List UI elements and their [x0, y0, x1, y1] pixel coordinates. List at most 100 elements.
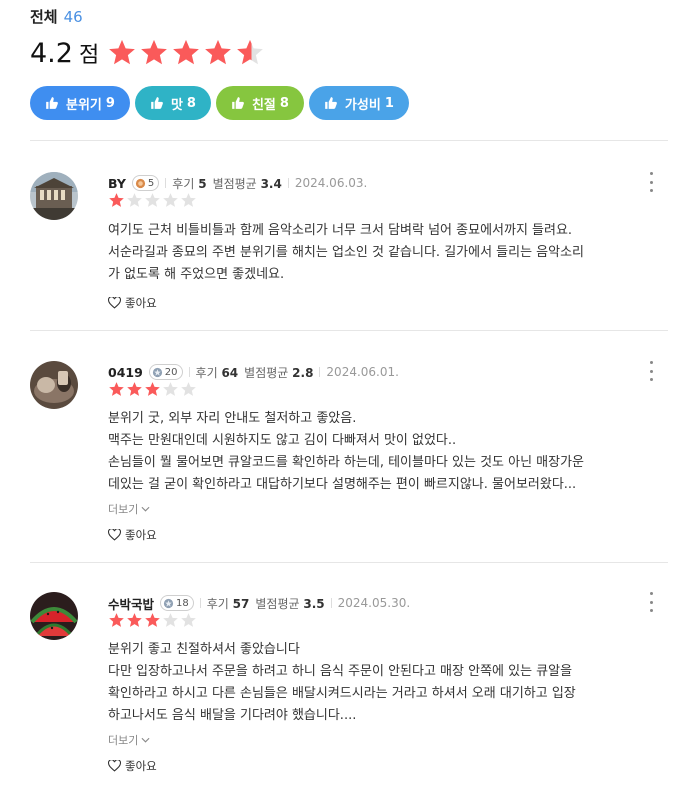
avatar[interactable]	[30, 592, 78, 640]
review-meta: BY 5 후기 5 별점평균 3.4 2024.06.03.	[108, 174, 367, 192]
tag-count: 8	[279, 95, 289, 111]
divider	[30, 140, 668, 141]
avg-rating: 별점평균 3.4	[213, 175, 282, 192]
avg-rating-value: 3.5	[303, 596, 325, 611]
level-badge: 5	[131, 175, 160, 191]
chevron-down-icon	[141, 506, 150, 512]
review-count-label: 후기	[206, 596, 229, 611]
rating-value: 4.2	[30, 37, 73, 69]
bronze-medal-icon	[135, 178, 145, 188]
star-filled-icon	[145, 613, 160, 627]
rating-unit: 점	[78, 43, 100, 68]
separator	[165, 178, 167, 188]
silver-medal-icon	[163, 598, 174, 608]
star-filled-icon	[173, 39, 200, 65]
review-meta: 수박국밥 18 후기 57 별점평균 3.5 2024.05.30.	[108, 594, 410, 612]
star-filled-icon	[109, 193, 124, 207]
star-filled-icon	[127, 613, 142, 627]
star-empty-icon	[127, 193, 142, 207]
tag-label: 친절	[251, 97, 276, 113]
more-options-icon[interactable]	[646, 172, 656, 192]
review-text: 분위기 굿, 외부 자리 안내도 철저하고 좋았음. 맥주는 만원대인데 시원하…	[108, 411, 585, 492]
reviewer-nickname[interactable]: 수박국밥	[108, 594, 154, 613]
reviewer-nickname[interactable]: BY	[108, 176, 126, 191]
badge-level: 5	[147, 177, 155, 189]
tag-button[interactable]: 분위기 9	[30, 86, 130, 120]
more-options-icon[interactable]	[646, 361, 656, 381]
heart-icon	[108, 760, 121, 772]
divider	[30, 330, 668, 331]
star-empty-icon	[181, 382, 196, 396]
review-text: 분위기 좋고 친절하셔서 좋았습니다 다만 입장하고나서 주문을 하려고 하니 …	[108, 642, 576, 723]
star-filled-icon	[109, 382, 124, 396]
tag-count: 9	[105, 95, 115, 111]
total-row: 전체 46	[30, 6, 670, 28]
silver-medal-icon	[152, 367, 162, 377]
tag-button[interactable]: 가성비 1	[308, 86, 409, 120]
review-stars	[108, 381, 198, 398]
rating-summary: 전체 46 4.2 점 분위기 9 맛 8 친절 8 가성비 1	[30, 6, 670, 122]
avg-rating-label: 별점평균	[212, 176, 257, 191]
like-label: 좋아요	[125, 759, 157, 773]
review-stars	[108, 612, 198, 629]
tag-label: 가성비	[344, 97, 381, 113]
expand-button[interactable]: 더보기	[108, 732, 150, 748]
review-date: 2024.05.30.	[337, 596, 411, 610]
tag-count: 8	[186, 95, 196, 111]
thumbs-up-icon	[46, 97, 58, 109]
level-badge: 20	[148, 364, 183, 380]
avg-rating: 별점평균 3.5	[255, 595, 324, 612]
star-empty-icon	[181, 193, 196, 207]
review-count-value: 64	[221, 365, 239, 380]
rating-stars	[107, 38, 267, 68]
thumbs-up-icon	[232, 97, 244, 109]
star-filled-icon	[127, 382, 142, 396]
review-item: 수박국밥 18 후기 57 별점평균 3.5 2024.05.30. 분위기 좋…	[30, 592, 670, 782]
star-filled-icon	[205, 39, 232, 65]
review-count-label: 후기	[172, 176, 195, 191]
star-empty-icon	[181, 613, 196, 627]
star-empty-icon	[163, 193, 178, 207]
avg-rating-value: 2.8	[292, 365, 314, 380]
expand-button[interactable]: 더보기	[108, 501, 150, 517]
more-options-icon[interactable]	[646, 592, 656, 612]
thumbs-up-icon	[325, 97, 337, 109]
heart-icon	[108, 297, 121, 309]
like-label: 좋아요	[125, 528, 157, 542]
review-count-value: 5	[198, 176, 207, 191]
like-button[interactable]: 좋아요	[108, 527, 157, 543]
thumbs-up-icon	[151, 97, 163, 109]
review-count: 후기 57	[207, 595, 250, 612]
chevron-down-icon	[141, 737, 150, 743]
avatar[interactable]	[30, 172, 78, 220]
star-empty-icon	[163, 613, 178, 627]
like-label: 좋아요	[125, 296, 157, 310]
star-filled-icon	[141, 39, 168, 65]
rating-row: 4.2 점	[30, 36, 670, 70]
review-count: 후기 5	[172, 175, 206, 192]
level-badge: 18	[160, 595, 194, 611]
review-text: 여기도 근처 비틀비틀과 함께 음악소리가 너무 크서 담벼락 넘어 종묘에서까…	[108, 223, 585, 282]
expand-label: 더보기	[108, 734, 139, 747]
total-label: 전체	[30, 8, 58, 26]
expand-label: 더보기	[108, 503, 139, 516]
keyword-tags: 분위기 9 맛 8 친절 8 가성비 1	[30, 86, 670, 122]
like-button[interactable]: 좋아요	[108, 758, 157, 774]
like-button[interactable]: 좋아요	[108, 295, 157, 311]
review-item: 0419 20 후기 64 별점평균 2.8 2024.06.01. 분위기 굿…	[30, 361, 670, 551]
review-item: BY 5 후기 5 별점평균 3.4 2024.06.03. 여기도 근처 비틀…	[30, 172, 670, 322]
review-count-value: 57	[232, 596, 250, 611]
separator	[330, 598, 332, 608]
star-filled-icon	[109, 39, 136, 65]
tag-count: 1	[384, 95, 394, 111]
review-date: 2024.06.01.	[326, 365, 399, 379]
tag-button[interactable]: 친절 8	[215, 86, 304, 120]
avatar[interactable]	[30, 361, 78, 409]
separator	[199, 598, 201, 608]
star-empty-icon	[145, 193, 160, 207]
tag-label: 분위기	[66, 97, 102, 113]
tag-label: 맛	[170, 97, 183, 113]
separator	[319, 367, 321, 377]
tag-button[interactable]: 맛8	[134, 86, 211, 120]
reviewer-nickname[interactable]: 0419	[108, 365, 143, 380]
